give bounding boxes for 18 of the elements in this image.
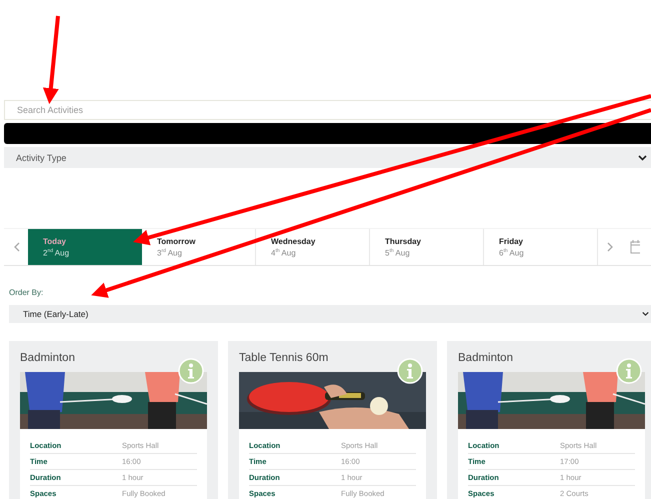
date-tab[interactable]: Wednesday 4$^{th}$ Aug (256, 229, 370, 265)
card-title: Badminton (20, 352, 76, 366)
info-icon[interactable] (397, 358, 423, 384)
chevron-right-icon[interactable] (606, 242, 614, 252)
activity-type-dropdown[interactable]: Activity Type (4, 147, 651, 168)
chevron-down-icon (638, 154, 647, 160)
order-by-dropdown[interactable]: Time (Early-Late) (9, 305, 651, 323)
date-tab[interactable]: Today 2$^{nd}$ Aug (28, 229, 142, 265)
date-tab[interactable]: Friday 6$^{th}$ Aug (484, 229, 598, 265)
search-field[interactable]: Search Activities (4, 100, 651, 120)
order-by-label: Order By: (9, 288, 44, 297)
calendar-icon[interactable] (630, 240, 640, 254)
date-tab[interactable]: Thursday 5$^{th}$ Aug (370, 229, 484, 265)
card-title: Badminton (458, 352, 514, 366)
chevron-left-icon[interactable] (12, 242, 20, 252)
card-title: Table Tennis 60m (239, 352, 330, 366)
chevron-down-icon (642, 311, 649, 317)
date-tab[interactable]: Tomorrow 3$^{rd}$ Aug (142, 229, 256, 265)
